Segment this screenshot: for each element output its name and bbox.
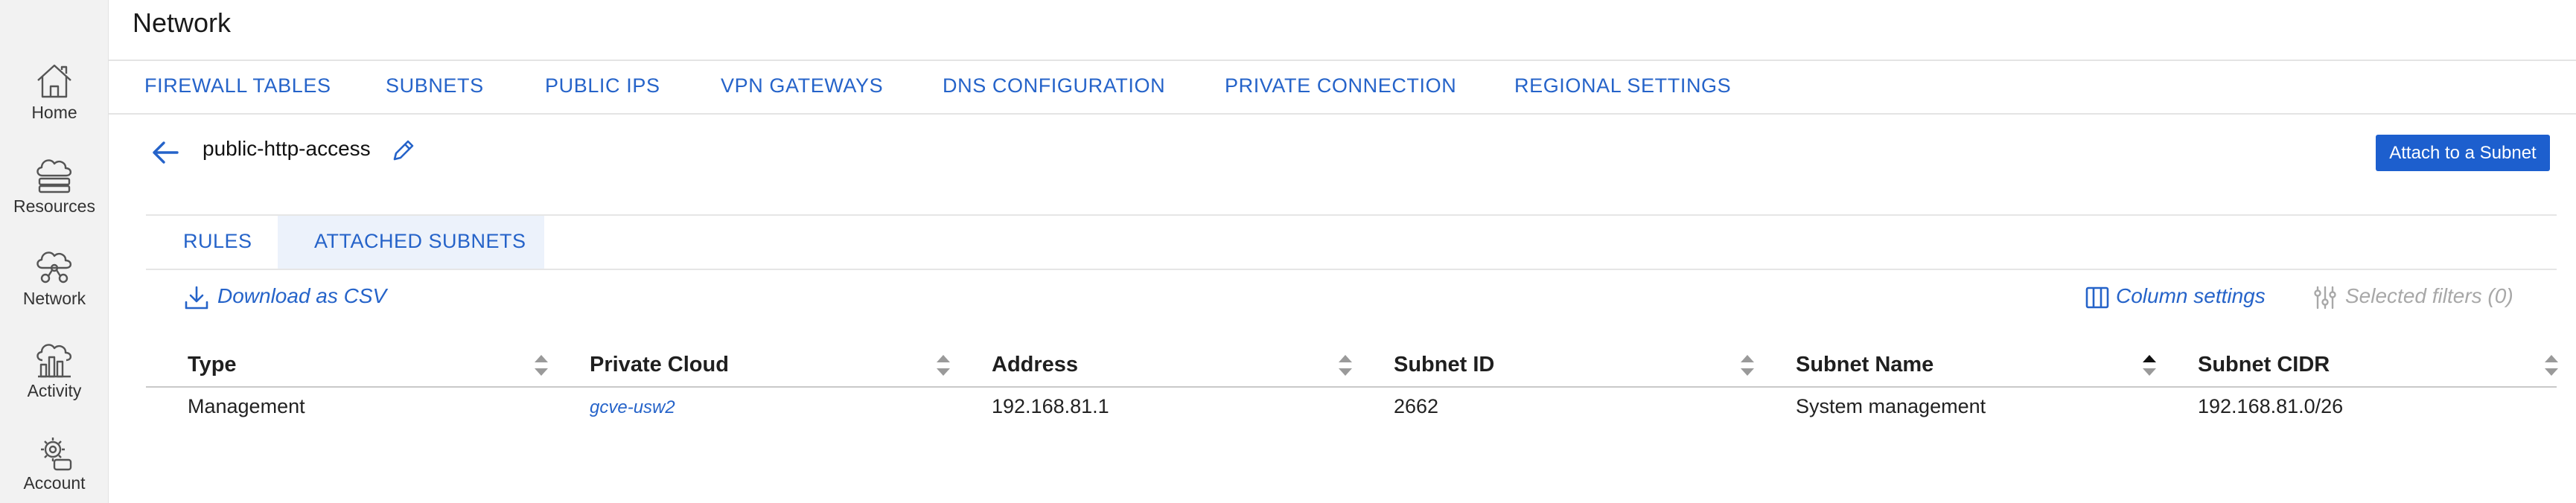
columns-icon <box>2085 286 2109 309</box>
cell-private-cloud-link[interactable]: gcve-usw2 <box>590 397 675 418</box>
selected-filters-link: Selected filters (0) <box>2312 284 2528 314</box>
account-gear-icon <box>41 438 72 471</box>
firewall-table-name: public-http-access <box>203 137 371 160</box>
sort-icon[interactable] <box>533 353 549 382</box>
sort-ascending-icon[interactable] <box>2141 353 2158 382</box>
arrow-left-icon <box>153 141 179 164</box>
column-header-subnet-id[interactable]: Subnet ID <box>1394 353 1494 377</box>
cell-subnet-id: 2662 <box>1394 395 1439 417</box>
sidebar-item-account[interactable]: Account <box>0 430 109 493</box>
sidebar-item-activity[interactable]: Activity <box>0 338 109 401</box>
column-settings-label: Column settings <box>2116 284 2266 307</box>
attach-to-subnet-button[interactable]: Attach to a Subnet <box>2376 135 2550 171</box>
table-header-divider <box>146 386 2557 388</box>
column-settings-link[interactable]: Column settings <box>2085 284 2266 314</box>
tab-private-connection[interactable]: PRIVATE CONNECTION <box>1225 74 1456 97</box>
cell-type: Management <box>188 395 305 417</box>
download-csv-label: Download as CSV <box>217 284 387 307</box>
column-header-private-cloud[interactable]: Private Cloud <box>590 353 729 377</box>
cell-subnet-cidr: 192.168.81.0/26 <box>2198 395 2344 417</box>
tab-subnets[interactable]: SUBNETS <box>386 74 484 97</box>
cloud-network-icon <box>36 252 72 283</box>
column-header-subnet-name[interactable]: Subnet Name <box>1796 353 1933 377</box>
sort-icon[interactable] <box>935 353 951 382</box>
download-csv-link[interactable]: Download as CSV <box>183 284 392 314</box>
cloud-stack-icon <box>36 159 72 193</box>
divider <box>109 113 2576 115</box>
download-icon <box>185 286 208 310</box>
column-header-subnet-cidr[interactable]: Subnet CIDR <box>2198 353 2330 377</box>
sidebar-item-label: Network <box>22 289 86 308</box>
filter-sliders-icon <box>2314 286 2336 310</box>
pencil-icon <box>393 140 414 161</box>
sidebar-item-label: Home <box>31 103 77 122</box>
sidebar-item-label: Resources <box>13 196 95 216</box>
sidebar: Home Resources Network Activity Account <box>0 0 109 503</box>
tab-public-ips[interactable]: PUBLIC IPS <box>545 74 660 97</box>
sidebar-item-home[interactable]: Home <box>0 60 109 123</box>
sort-icon[interactable] <box>1337 353 1354 382</box>
sidebar-item-network[interactable]: Network <box>0 246 109 309</box>
cell-address: 192.168.81.1 <box>992 395 1109 417</box>
tab-vpn-gateways[interactable]: VPN GATEWAYS <box>721 74 883 97</box>
cell-subnet-name: System management <box>1796 395 1986 417</box>
sidebar-item-resources[interactable]: Resources <box>0 153 109 217</box>
home-icon <box>37 64 71 98</box>
tab-dns-configuration[interactable]: DNS CONFIGURATION <box>943 74 1165 97</box>
sort-icon[interactable] <box>2543 353 2560 382</box>
selected-filters-label: Selected filters (0) <box>2345 284 2513 307</box>
subtab-attached-subnets[interactable]: ATTACHED SUBNETS <box>314 230 526 253</box>
edit-name-button[interactable] <box>390 137 417 167</box>
subtab-rules[interactable]: RULES <box>183 230 252 253</box>
sidebar-item-label: Account <box>23 473 86 493</box>
divider <box>109 60 2576 61</box>
tab-firewall-tables[interactable]: FIREWALL TABLES <box>144 74 331 97</box>
back-button[interactable] <box>149 138 182 170</box>
tab-regional-settings[interactable]: REGIONAL SETTINGS <box>1514 74 1731 97</box>
sidebar-item-label: Activity <box>27 381 82 400</box>
page-title: Network <box>133 7 232 38</box>
divider <box>146 269 2557 270</box>
activity-chart-icon <box>36 344 72 378</box>
column-header-type[interactable]: Type <box>188 353 237 377</box>
sort-icon[interactable] <box>1739 353 1756 382</box>
column-header-address[interactable]: Address <box>992 353 1078 377</box>
